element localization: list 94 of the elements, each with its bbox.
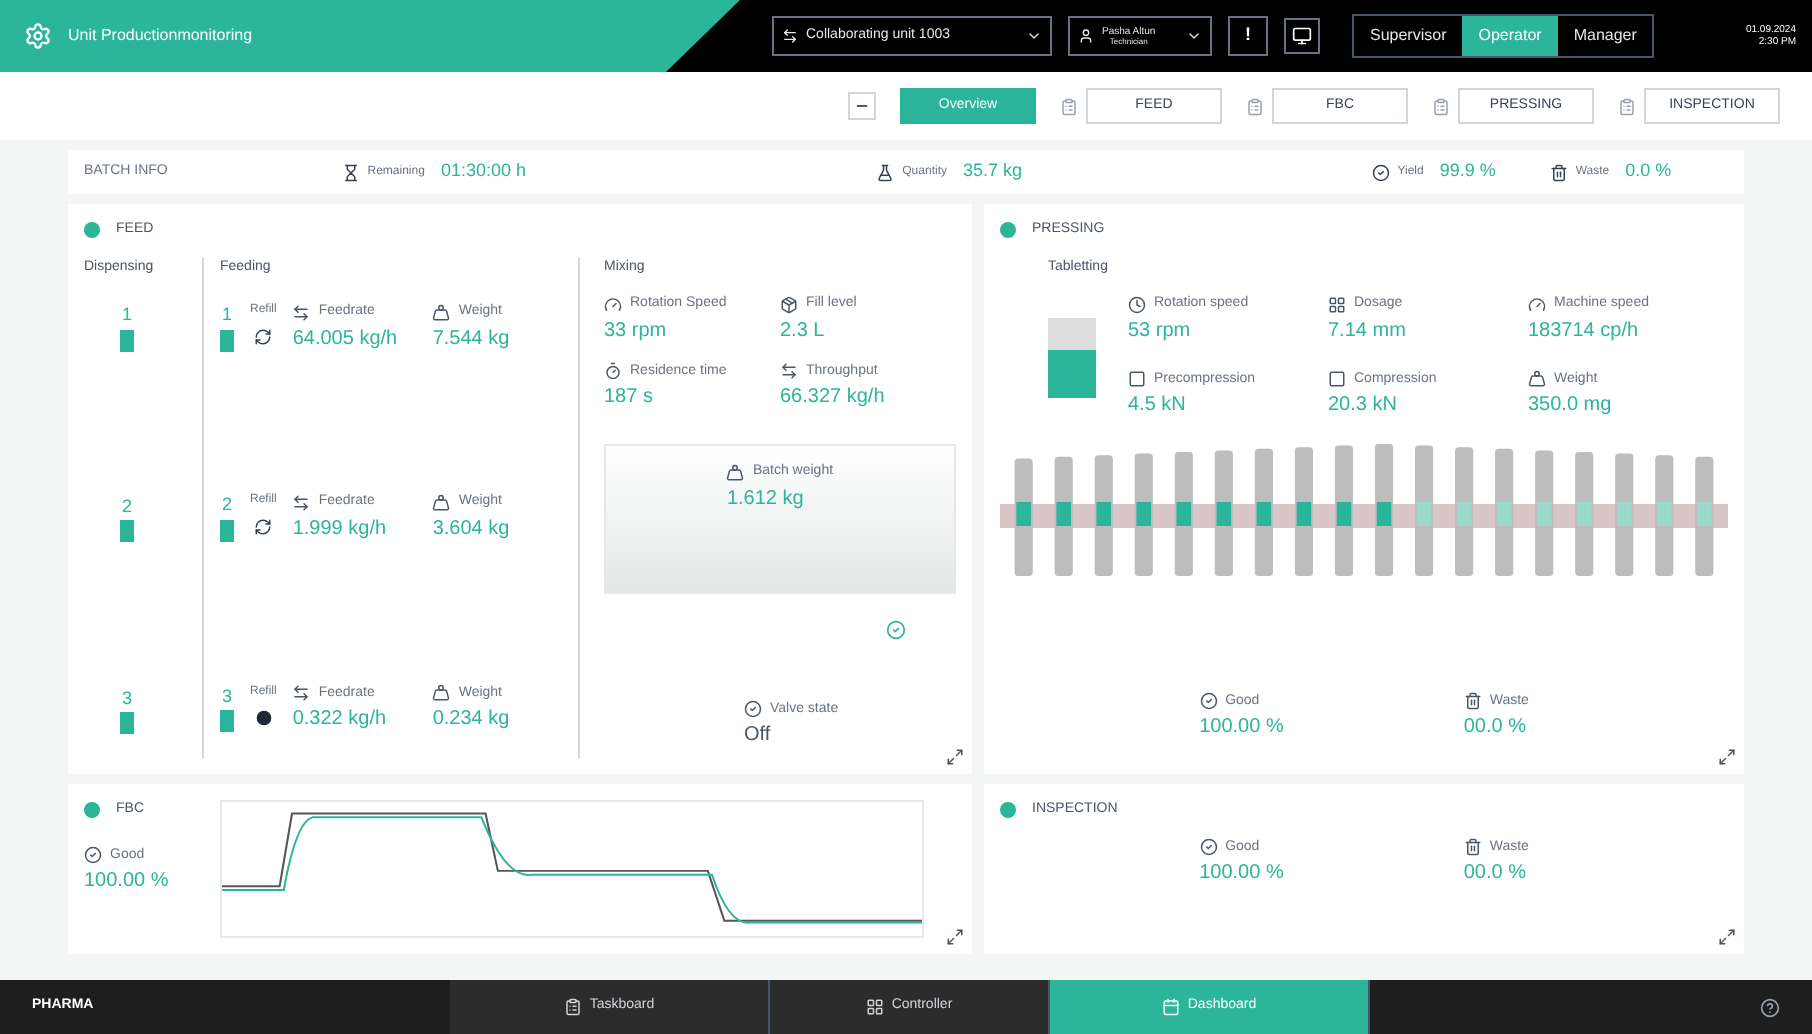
metric-value: 33 rpm [604, 317, 669, 345]
tab-icon [563, 998, 582, 1016]
role-tab[interactable]: Manager [1557, 16, 1653, 56]
metric-icon [341, 163, 360, 181]
expand-icon[interactable] [1718, 748, 1736, 766]
cycle-icon [254, 328, 273, 346]
help-icon[interactable] [1760, 997, 1780, 1017]
metric-icon [876, 163, 895, 181]
bin-icon [120, 520, 134, 543]
metric-value: 100.00 % [84, 868, 171, 896]
bin-icon [220, 710, 234, 732]
metric-value: 0.0 % [1625, 158, 1672, 185]
metric-value: 00.0 % [1463, 714, 1528, 742]
metric-icon [292, 303, 311, 322]
metric-value: 00.0 % [1463, 860, 1528, 888]
section-icon [1060, 97, 1078, 115]
bin-icon [120, 712, 134, 734]
tab-icon [1161, 998, 1180, 1016]
caret-icon [1186, 28, 1202, 44]
dot-icon [255, 709, 272, 725]
metric-icon [1328, 370, 1346, 389]
metric-icon [1128, 295, 1146, 314]
metric-value: 4.5 kN [1128, 392, 1188, 420]
expand-icon[interactable] [1718, 928, 1736, 946]
metric-value: Off [744, 722, 773, 750]
dispenser-number: 2 [121, 493, 132, 520]
section-icon [1246, 97, 1264, 115]
metric-icon [1528, 295, 1546, 314]
metric-value: 66.327 kg/h [780, 384, 887, 412]
bin-icon [120, 329, 134, 351]
metric-icon [744, 700, 762, 719]
section-icon [1618, 97, 1636, 115]
metric-icon [292, 494, 311, 512]
metric-icon [1463, 692, 1482, 711]
check-icon [886, 620, 906, 640]
feeder-number: 2 [221, 492, 232, 519]
metric-icon [1371, 163, 1390, 181]
metric-value: 187 s [604, 384, 655, 412]
metric-icon [432, 494, 451, 512]
metric-value: 183714 cp/h [1528, 317, 1641, 345]
metric-icon [726, 463, 745, 482]
metric-icon [1549, 163, 1568, 181]
metric-value: 350.0 mg [1528, 392, 1614, 420]
metric-icon [1199, 692, 1218, 711]
metric-icon [1328, 295, 1346, 314]
swap-icon [782, 28, 798, 44]
metric-value: 01:30:00 h [440, 158, 526, 185]
metric-icon [604, 295, 622, 314]
bin-icon [220, 329, 234, 351]
metric-icon [604, 362, 622, 381]
metric-value: 3.604 kg [432, 515, 510, 544]
metric-value: 1.612 kg [726, 485, 806, 513]
alert-button[interactable]: ! [1228, 16, 1268, 56]
collapse-icon[interactable] [848, 92, 876, 120]
metric-icon [84, 846, 102, 865]
feeder-number: 1 [221, 302, 232, 328]
section-icon [1432, 97, 1450, 115]
metric-icon [1463, 838, 1482, 857]
metric-value: 100.00 % [1199, 714, 1284, 742]
monitor-icon[interactable] [1284, 18, 1320, 54]
metric-icon [780, 362, 798, 381]
app-logo-icon [24, 22, 52, 50]
metric-value: 0.234 kg [432, 706, 510, 734]
metric-value: 1.999 kg/h [292, 515, 389, 544]
expand-icon[interactable] [946, 928, 964, 946]
metric-icon [1128, 370, 1146, 389]
metric-value: 2.3 L [780, 317, 827, 345]
metric-value: 35.7 kg [963, 158, 1023, 185]
metric-value: 0.322 kg/h [292, 706, 389, 734]
metric-value: 53 rpm [1128, 317, 1193, 345]
metric-icon [780, 295, 798, 314]
cycle-icon [254, 518, 273, 537]
bin-icon [220, 519, 234, 542]
metric-value: 7.544 kg [432, 325, 510, 353]
metric-icon [432, 684, 451, 703]
metric-value: 99.9 % [1439, 158, 1496, 185]
feeder-number: 3 [221, 683, 232, 709]
metric-value: 100.00 % [1199, 860, 1284, 888]
app-title: Unit Productionmonitoring [68, 24, 253, 48]
dispenser-number: 3 [121, 685, 132, 711]
metric-value: 7.14 mm [1328, 317, 1408, 345]
dispenser-number: 1 [121, 302, 132, 328]
caret-icon [1026, 28, 1042, 44]
metric-value: 64.005 kg/h [292, 325, 400, 353]
tab-icon [865, 998, 884, 1016]
metric-icon [432, 303, 451, 322]
tablet-stack-drawing [1048, 317, 1096, 397]
user-icon [1078, 28, 1094, 44]
expand-icon[interactable] [946, 748, 964, 766]
metric-icon [1199, 838, 1218, 857]
metric-icon [292, 684, 311, 703]
metric-icon [1528, 370, 1546, 389]
role-tab[interactable]: Supervisor [1354, 16, 1463, 56]
metric-value: 20.3 kN [1328, 392, 1399, 420]
